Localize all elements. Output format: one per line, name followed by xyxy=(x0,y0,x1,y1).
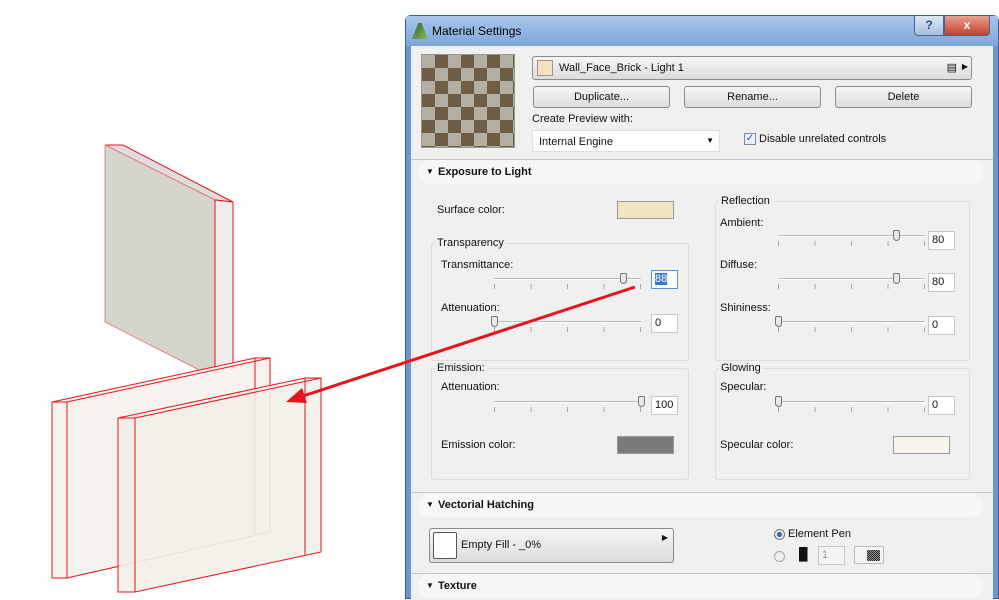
preview-label: Create Preview with: xyxy=(532,113,633,125)
section-title: Texture xyxy=(438,580,477,592)
material-name: Wall_Face_Brick - Light 1 xyxy=(559,62,684,74)
pen-pattern-button[interactable] xyxy=(854,546,884,564)
fill-name: Empty Fill - _0% xyxy=(461,539,542,551)
emission-attenuation-input[interactable]: 100 xyxy=(651,396,678,415)
emission-attenuation-label: Attenuation: xyxy=(441,381,500,393)
triangle-down-icon: ▼ xyxy=(426,500,434,509)
triangle-down-icon: ▼ xyxy=(426,581,434,590)
close-button[interactable]: x xyxy=(944,16,990,36)
specular-color-label: Specular color: xyxy=(720,439,794,451)
document-icon: ▤ xyxy=(946,62,957,74)
slider-ticks xyxy=(494,327,642,332)
material-color-swatch xyxy=(537,60,553,76)
slider-thumb[interactable] xyxy=(638,396,645,407)
material-selector[interactable]: Wall_Face_Brick - Light 1 ▤ ▶ xyxy=(532,56,972,80)
specular-input[interactable]: 0 xyxy=(928,396,955,415)
duplicate-button[interactable]: Duplicate... xyxy=(533,86,670,108)
dialog-title: Material Settings xyxy=(432,24,522,38)
surface-color-swatch[interactable] xyxy=(617,201,674,219)
ambient-label: Ambient: xyxy=(720,217,764,229)
transmittance-label: Transmittance: xyxy=(441,259,514,271)
custom-pen-radio[interactable] xyxy=(774,551,785,562)
emission-color-label: Emission color: xyxy=(441,439,516,451)
slider-ticks xyxy=(778,284,926,289)
ambient-slider[interactable] xyxy=(778,230,925,241)
specular-color-swatch[interactable] xyxy=(893,436,950,454)
3d-wall-illustration xyxy=(51,144,322,593)
shininess-slider[interactable] xyxy=(775,316,925,327)
emission-attenuation-slider[interactable] xyxy=(494,396,645,407)
section-title: Exposure to Light xyxy=(438,166,532,178)
glowing-title: Glowing xyxy=(719,362,763,374)
slider-ticks xyxy=(494,407,642,412)
transmittance-slider[interactable] xyxy=(494,273,641,284)
slider-ticks xyxy=(494,284,642,289)
section-vectorial-hatching[interactable]: ▼ Vectorial Hatching xyxy=(418,493,983,517)
transparency-attenuation-input[interactable]: 0 xyxy=(651,314,678,333)
slider-ticks xyxy=(778,241,926,246)
transmittance-input[interactable]: 88 xyxy=(651,270,678,289)
fill-selector[interactable]: Empty Fill - _0% ▶ xyxy=(429,528,674,563)
slider-thumb[interactable] xyxy=(491,316,498,327)
pen-icon: █ xyxy=(799,547,808,561)
slider-ticks xyxy=(778,327,926,332)
delete-button[interactable]: Delete xyxy=(835,86,972,108)
element-pen-label: Element Pen xyxy=(788,528,851,540)
specular-slider[interactable] xyxy=(775,396,925,407)
section-exposure-to-light[interactable]: ▼ Exposure to Light xyxy=(418,160,983,184)
slider-thumb[interactable] xyxy=(775,316,782,327)
help-button[interactable]: ? xyxy=(914,16,944,36)
specular-label: Specular: xyxy=(720,381,767,393)
fill-swatch xyxy=(433,532,457,559)
dropdown-arrow-icon: ▼ xyxy=(706,136,714,145)
reflection-title: Reflection xyxy=(719,195,772,207)
section-title: Vectorial Hatching xyxy=(438,499,534,511)
emission-color-swatch[interactable] xyxy=(617,436,674,454)
ambient-input[interactable]: 80 xyxy=(928,231,955,250)
slider-thumb[interactable] xyxy=(892,230,900,241)
diffuse-slider[interactable] xyxy=(778,273,925,284)
transparency-attenuation-slider[interactable] xyxy=(491,316,641,327)
rename-button[interactable]: Rename... xyxy=(684,86,821,108)
shininess-input[interactable]: 0 xyxy=(928,316,955,335)
transparency-title: Transparency xyxy=(435,237,506,249)
section-texture[interactable]: ▼ Texture xyxy=(418,574,983,598)
material-settings-dialog: Material Settings ? x Wall_Face_Brick - … xyxy=(405,15,999,600)
slider-thumb[interactable] xyxy=(620,273,628,284)
dialog-body: Wall_Face_Brick - Light 1 ▤ ▶ Duplicate.… xyxy=(411,46,993,600)
transparency-attenuation-label: Attenuation: xyxy=(441,302,500,314)
emission-title: Emission: xyxy=(435,362,487,374)
diffuse-label: Diffuse: xyxy=(720,259,758,271)
material-preview xyxy=(421,54,515,148)
chevron-right-icon: ▶ xyxy=(961,62,968,71)
preview-engine-value: Internal Engine xyxy=(539,136,613,148)
radio-selected-icon xyxy=(774,529,785,540)
pen-number-input[interactable]: 1 xyxy=(818,546,845,565)
triangle-down-icon: ▼ xyxy=(426,167,434,176)
preview-engine-select[interactable]: Internal Engine ▼ xyxy=(532,130,720,152)
slider-thumb[interactable] xyxy=(775,396,782,407)
opaque-panel-edge xyxy=(214,199,234,379)
opaque-panel-face xyxy=(104,144,216,379)
slider-thumb[interactable] xyxy=(892,273,900,284)
checkbox-checked-icon: ✓ xyxy=(744,133,756,145)
chevron-right-icon: ▶ xyxy=(661,533,668,542)
app-logo-icon xyxy=(412,23,428,39)
hatch-pattern-icon xyxy=(867,550,880,561)
shininess-label: Shininess: xyxy=(720,302,771,314)
title-bar[interactable]: Material Settings ? x xyxy=(406,16,998,46)
surface-color-label: Surface color: xyxy=(437,204,505,216)
diffuse-input[interactable]: 80 xyxy=(928,273,955,292)
slider-ticks xyxy=(778,407,926,412)
disable-unrelated-label: Disable unrelated controls xyxy=(759,133,887,145)
